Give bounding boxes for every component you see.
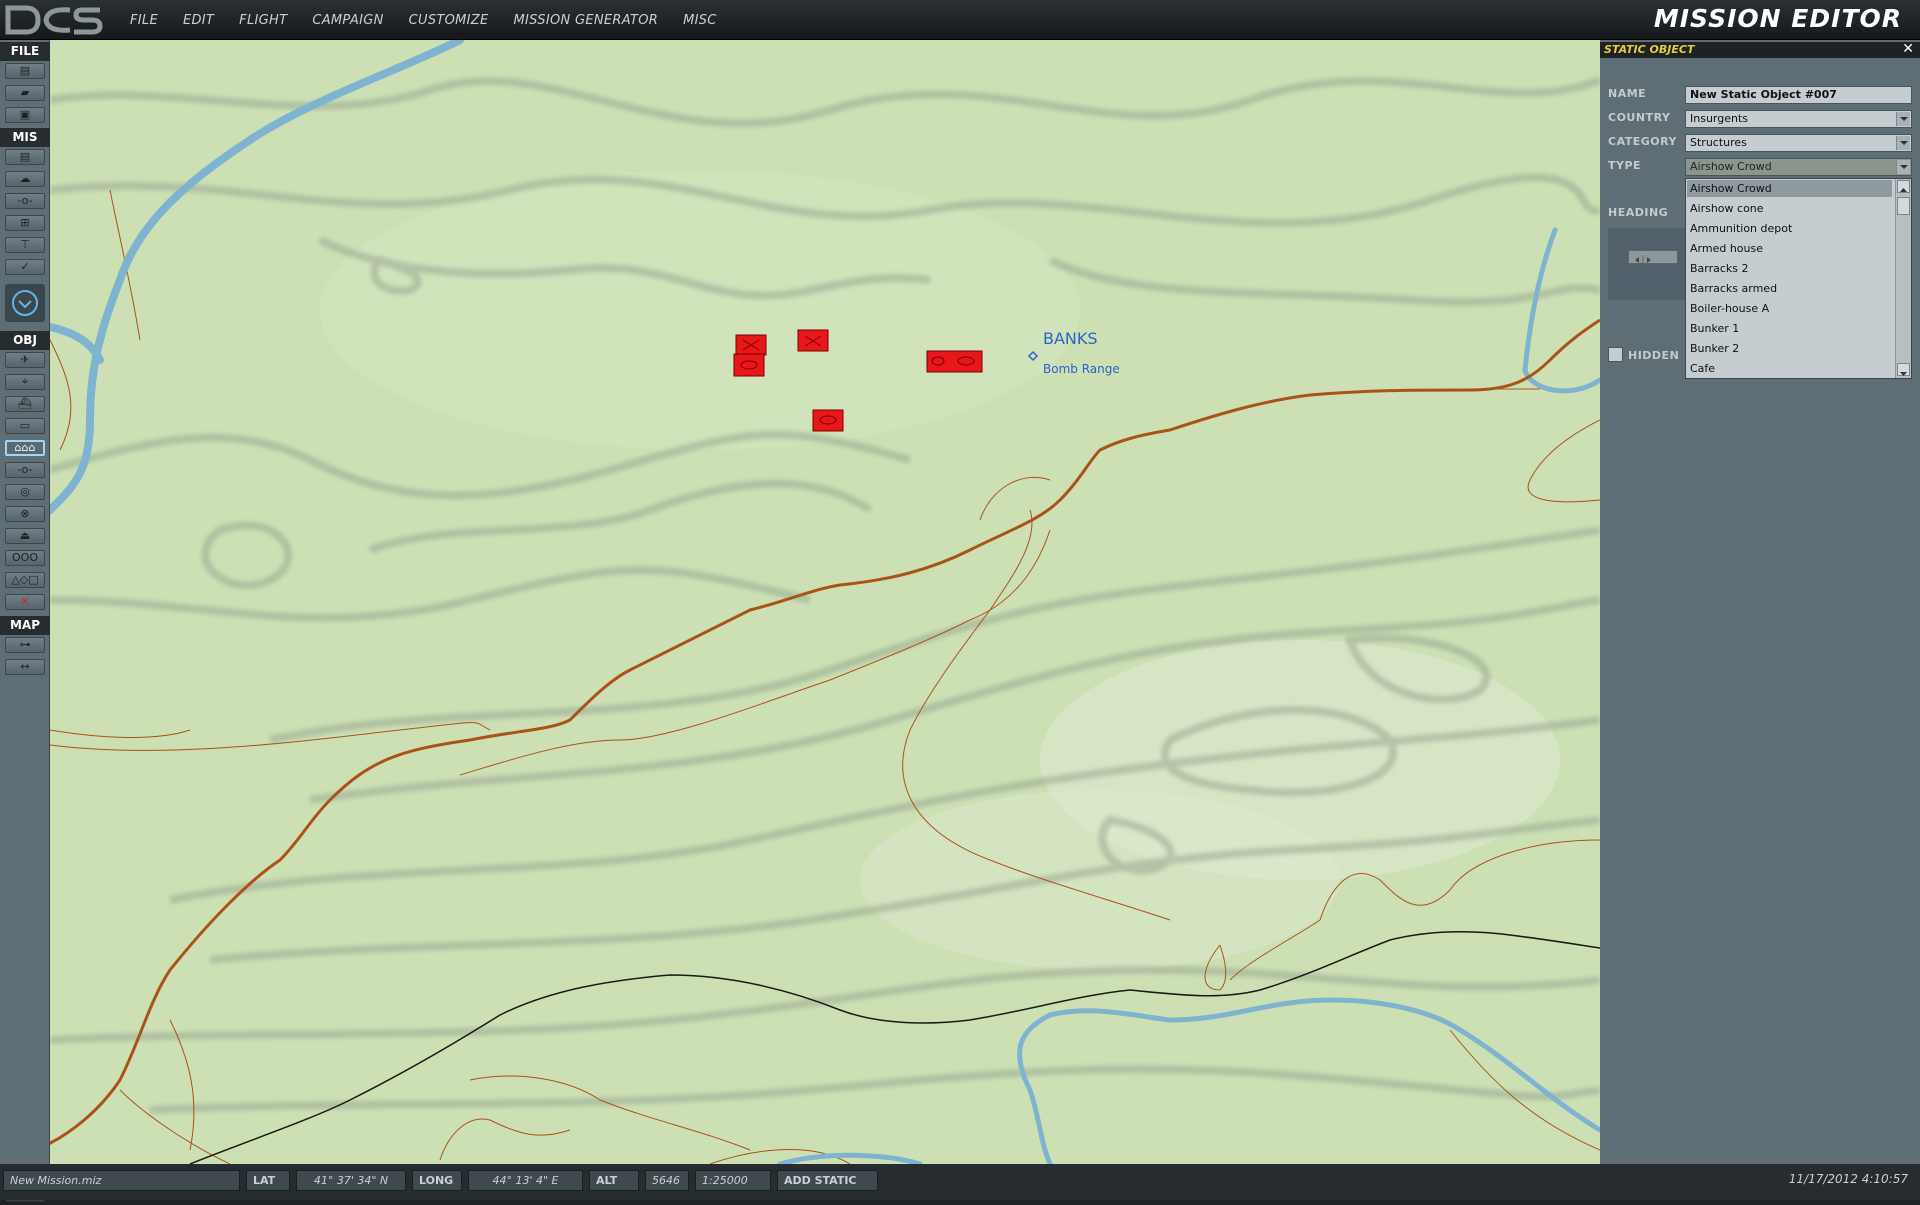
target-icon[interactable]: ◎ — [5, 484, 45, 500]
mission-filename: New Mission.miz — [3, 1170, 240, 1191]
mission-time-icon[interactable] — [5, 284, 45, 322]
country-select[interactable]: Insurgents — [1685, 110, 1912, 128]
static-object-icon[interactable]: ⌂⌂⌂ — [5, 440, 45, 456]
toolbar-section-file: FILE — [0, 42, 50, 61]
scroll-thumb[interactable] — [1897, 197, 1910, 215]
scroll-down-icon[interactable] — [1897, 363, 1910, 376]
lat-value: 41° 37' 34" N — [296, 1170, 406, 1191]
menu-misc[interactable]: MISC — [683, 13, 717, 28]
template-icon[interactable]: OOO — [5, 550, 45, 566]
status-bar: New Mission.miz LAT 41° 37' 34" N LONG 4… — [0, 1164, 1920, 1200]
top-menu-bar: FILE EDIT FLIGHT CAMPAIGN CUSTOMIZE MISS… — [0, 0, 1920, 40]
category-value: Structures — [1690, 136, 1747, 149]
long-value: 44° 13' 4" E — [468, 1170, 583, 1191]
remove-target-icon[interactable]: ⊗ — [5, 506, 45, 522]
list-item[interactable]: Airshow cone — [1690, 202, 1764, 215]
static-object-panel: STATIC OBJECT ✕ NAME New Static Object #… — [1600, 40, 1920, 1164]
weather-icon[interactable]: ☁ — [5, 171, 45, 187]
panel-header: STATIC OBJECT ✕ — [1600, 41, 1920, 58]
name-field[interactable]: New Static Object #007 — [1685, 86, 1912, 104]
list-item[interactable]: Ammunition depot — [1690, 222, 1792, 235]
goals-icon[interactable]: ⊤ — [5, 237, 45, 253]
terrain-map — [50, 40, 1600, 1164]
hidden-label: HIDDEN — [1628, 349, 1680, 362]
type-dropdown-list[interactable]: Airshow Crowd Airshow cone Ammunition de… — [1685, 178, 1912, 379]
toolbar-section-map: MAP — [0, 616, 50, 635]
list-item[interactable]: Bunker 1 — [1690, 322, 1739, 335]
toolbar-section-obj: OBJ — [0, 331, 50, 350]
category-label: CATEGORY — [1608, 135, 1677, 148]
map-label-bomb-range: Bomb Range — [1043, 362, 1120, 376]
dropdown-scrollbar[interactable] — [1895, 179, 1911, 378]
toolbar-section-mis: MIS — [0, 128, 50, 147]
menu-campaign[interactable]: CAMPAIGN — [312, 13, 383, 28]
ruler-icon[interactable]: ↔ — [5, 659, 45, 675]
heading-label: HEADING — [1608, 206, 1669, 219]
map-view[interactable]: BANKS Bomb Range — [50, 40, 1600, 1164]
country-value: Insurgents — [1690, 112, 1749, 125]
save-mission-icon[interactable]: ▣ — [5, 107, 45, 123]
map-scale[interactable]: 1:25000 — [695, 1170, 771, 1191]
hidden-checkbox[interactable] — [1608, 347, 1623, 362]
list-item[interactable]: Barracks armed — [1690, 282, 1777, 295]
alt-label: ALT — [589, 1170, 639, 1191]
check-icon[interactable]: ✓ — [5, 259, 45, 275]
close-icon[interactable]: ✕ — [1902, 41, 1914, 57]
lat-label: LAT — [246, 1170, 290, 1191]
chevron-down-icon[interactable] — [1896, 112, 1910, 126]
boat-icon[interactable]: ⏏ — [5, 528, 45, 544]
list-item[interactable]: Airshow Crowd — [1690, 182, 1772, 195]
menu-mission-generator[interactable]: MISSION GENERATOR — [514, 13, 659, 28]
list-item[interactable]: Cafe — [1690, 362, 1715, 375]
list-item[interactable]: Boiler-house A — [1690, 302, 1769, 315]
name-label: NAME — [1608, 87, 1647, 100]
app-title: MISSION EDITOR — [1653, 4, 1902, 33]
shapes-icon[interactable]: △◇□ — [5, 572, 45, 588]
plane-group-icon[interactable]: ✈ — [5, 352, 45, 368]
country-label: COUNTRY — [1608, 111, 1671, 124]
alt-value: 5646 — [645, 1170, 689, 1191]
menu-file[interactable]: FILE — [130, 13, 158, 28]
type-label: TYPE — [1608, 159, 1642, 172]
delete-icon[interactable]: ✕ — [5, 594, 45, 610]
heading-stepper[interactable] — [1628, 250, 1678, 265]
trigger-zone-icon[interactable]: -o- — [5, 193, 45, 209]
new-mission-icon[interactable]: ▤ — [5, 63, 45, 79]
map-options-icon[interactable]: ⊶ — [5, 637, 45, 653]
list-item[interactable]: Barracks 2 — [1690, 262, 1749, 275]
dcs-logo — [5, 5, 103, 35]
type-value: Airshow Crowd — [1690, 160, 1772, 173]
list-item[interactable]: Bunker 2 — [1690, 342, 1739, 355]
chevron-down-icon[interactable] — [1896, 136, 1910, 150]
menu-flight[interactable]: FLIGHT — [239, 13, 287, 28]
menu-edit[interactable]: EDIT — [183, 13, 214, 28]
mission-datetime: 11/17/2012 4:10:57 — [1788, 1172, 1908, 1186]
left-toolbar: FILE ▤ ▰ ▣ MIS ▤ ☁ -o- ⊞ ⊤ ✓ OBJ ✈ ⌖ ⛴ ▭… — [0, 40, 50, 1202]
category-select[interactable]: Structures — [1685, 134, 1912, 152]
map-label-banks: BANKS — [1043, 329, 1098, 348]
menu-customize[interactable]: CUSTOMIZE — [409, 13, 489, 28]
chevron-down-icon[interactable] — [1896, 160, 1910, 174]
type-select[interactable]: Airshow Crowd — [1685, 158, 1912, 176]
long-label: LONG — [412, 1170, 462, 1191]
vehicle-group-icon[interactable]: ▭ — [5, 418, 45, 434]
list-item[interactable]: Armed house — [1690, 242, 1763, 255]
waypoint-icon[interactable]: -o- — [5, 462, 45, 478]
ship-group-icon[interactable]: ⛴ — [5, 396, 45, 412]
helicopter-group-icon[interactable]: ⌖ — [5, 374, 45, 390]
panel-title: STATIC OBJECT — [1604, 43, 1695, 56]
scroll-up-icon[interactable] — [1897, 180, 1910, 193]
edit-mode: ADD STATIC — [777, 1170, 878, 1191]
open-mission-icon[interactable]: ▰ — [5, 85, 45, 101]
briefing-icon[interactable]: ▤ — [5, 149, 45, 165]
triggers-icon[interactable]: ⊞ — [5, 215, 45, 231]
